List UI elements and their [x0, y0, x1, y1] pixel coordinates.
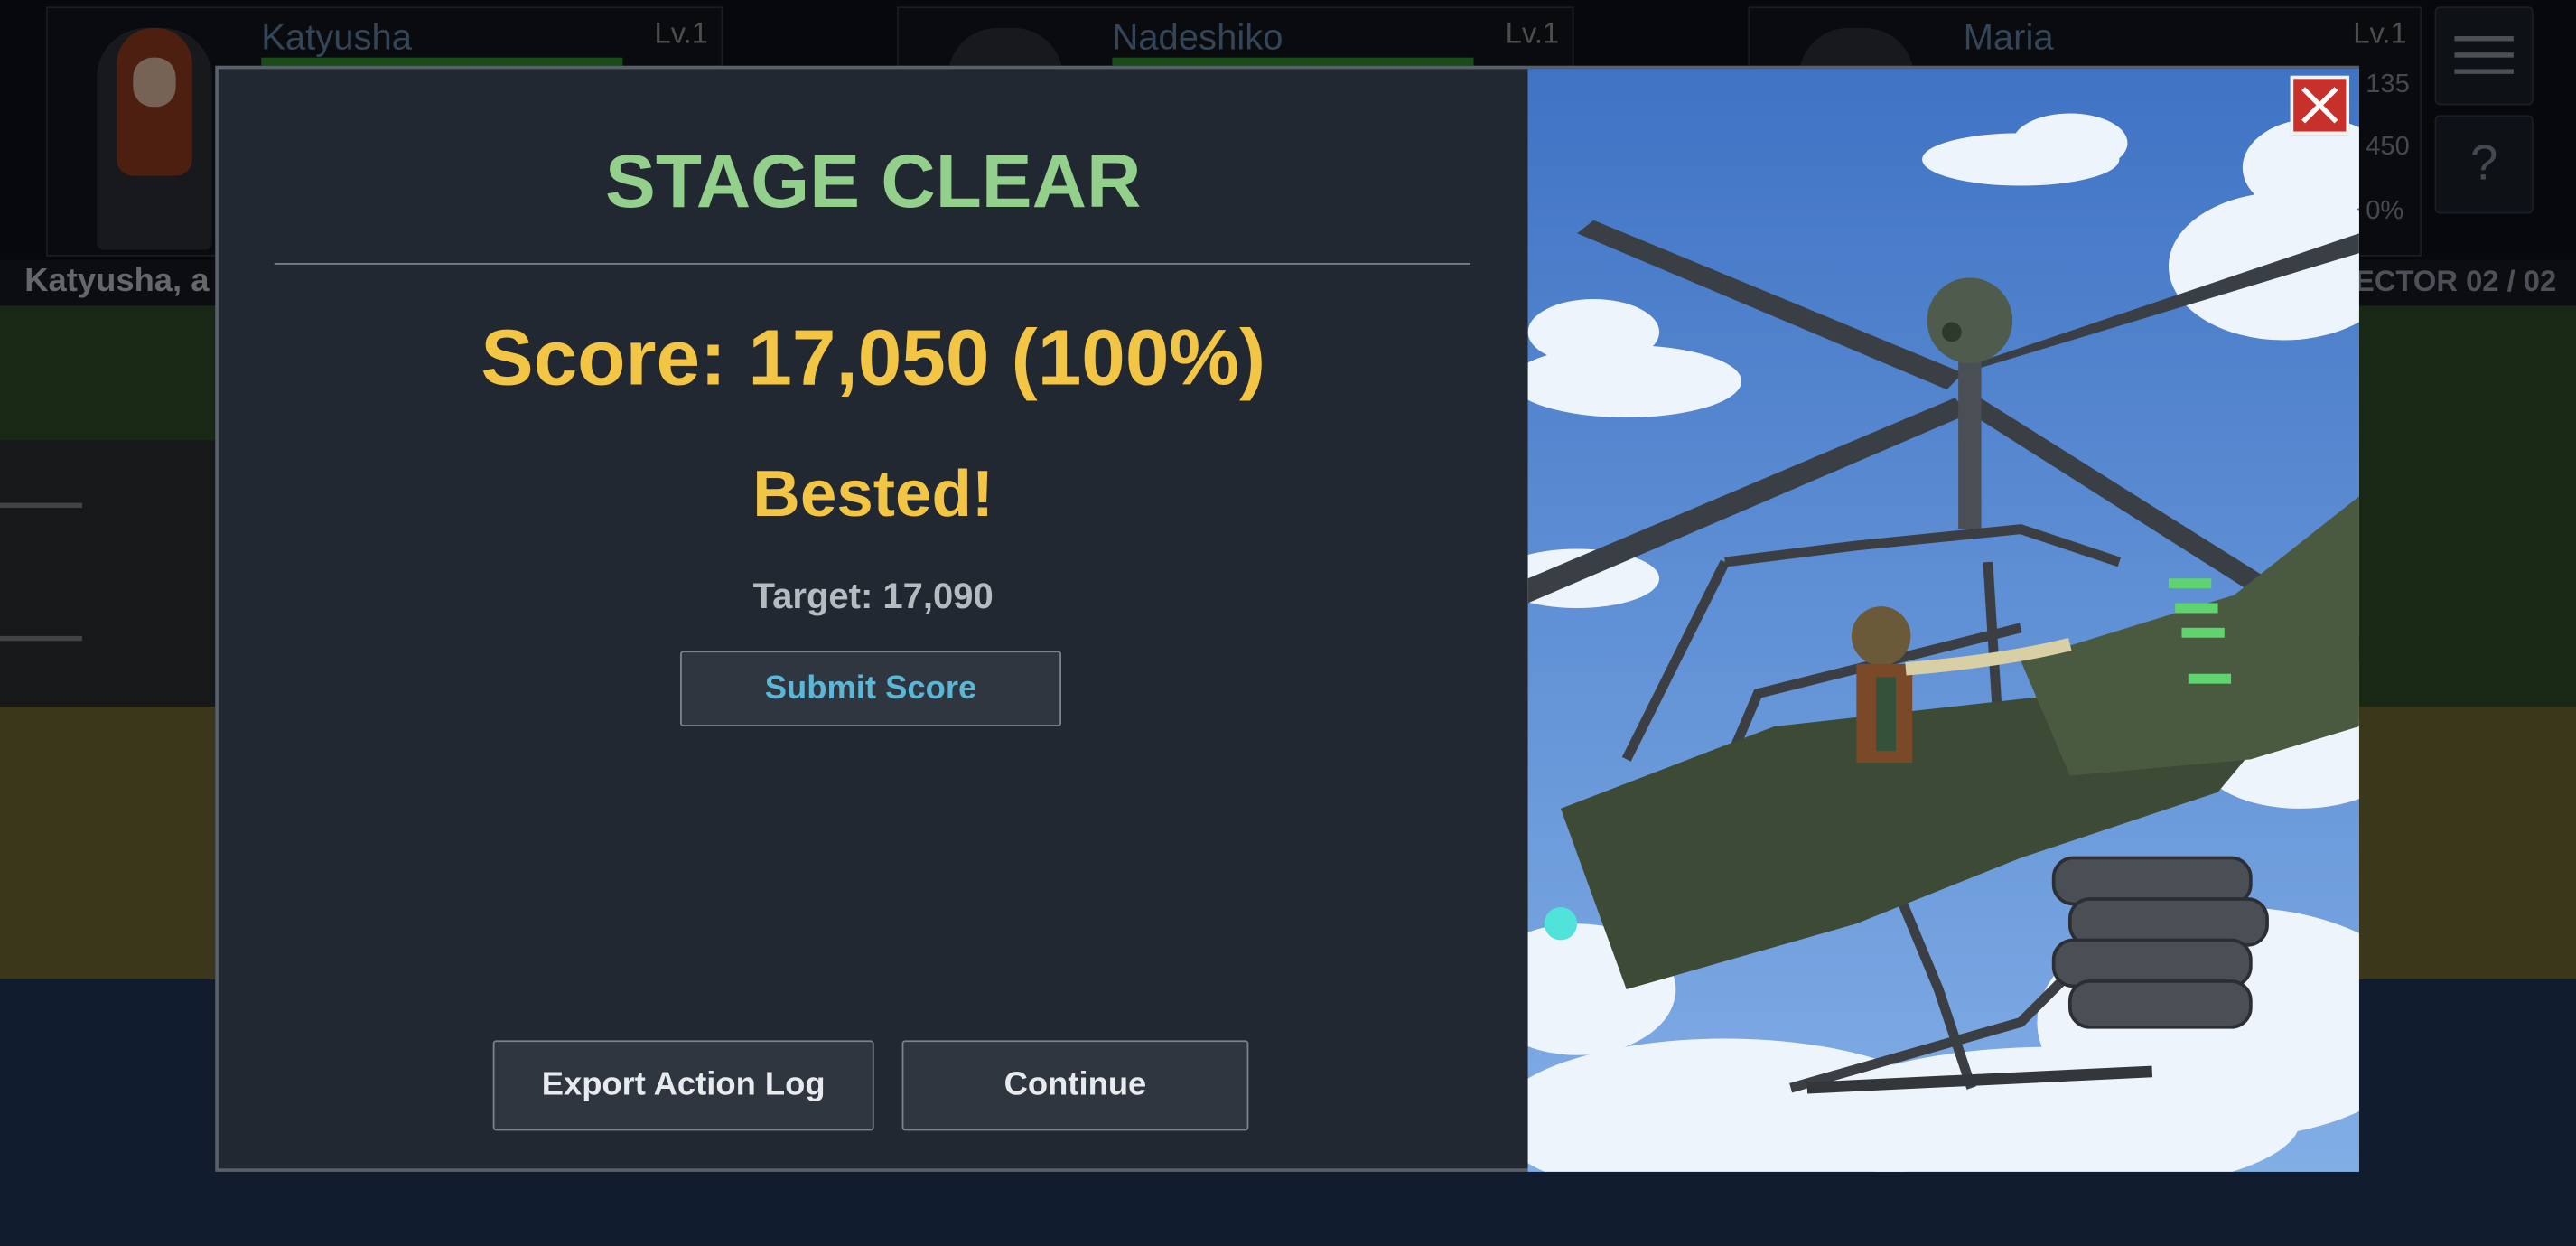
helicopter-illustration [1527, 69, 2359, 1172]
dialog-title: STAGE CLEAR [605, 137, 1142, 224]
close-button[interactable] [2290, 75, 2350, 136]
score-value: Score: 17,050 (100%) [481, 315, 1266, 403]
results-panel: STAGE CLEAR Score: 17,050 (100%) Bested!… [219, 69, 1528, 1168]
stage-clear-dialog: STAGE CLEAR Score: 17,050 (100%) Bested!… [215, 65, 2359, 1172]
close-x-icon [2301, 87, 2338, 124]
continue-button[interactable]: Continue [901, 1040, 1249, 1131]
target-score: Target: 17,090 [752, 575, 994, 617]
stage-artwork [1527, 69, 2359, 1172]
export-action-log-button[interactable]: Export Action Log [492, 1040, 874, 1131]
submit-score-button[interactable]: Submit Score [680, 651, 1062, 726]
result-text: Bested! [752, 458, 994, 531]
divider [274, 263, 1470, 265]
